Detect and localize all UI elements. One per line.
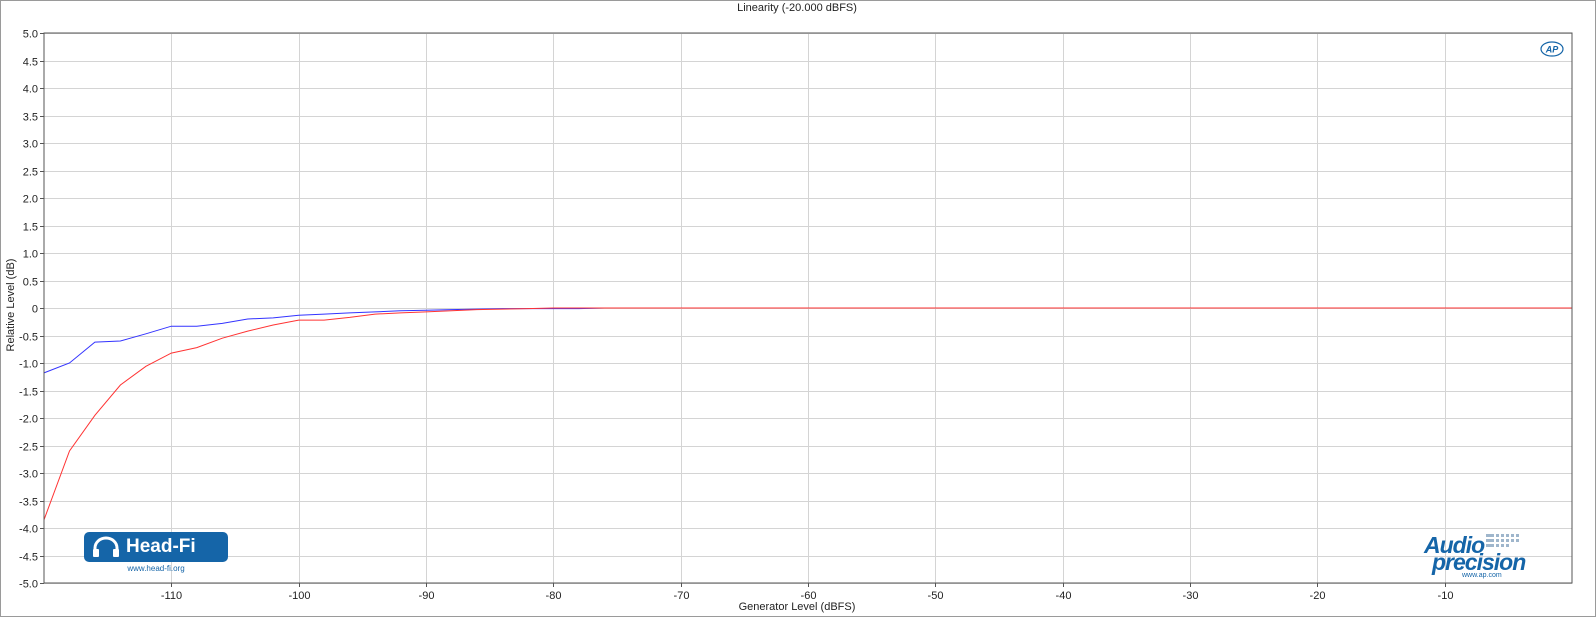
headfi-logo: Head-Fi www.head-fi.org xyxy=(84,532,228,574)
y-tick-label: -1.5 xyxy=(19,387,38,399)
y-tick-label: -4.0 xyxy=(19,524,38,536)
y-tick-label: 2.5 xyxy=(23,167,38,179)
x-tick-label: -90 xyxy=(419,590,435,602)
x-tick-label: -60 xyxy=(801,590,817,602)
x-tick-label: -70 xyxy=(674,590,690,602)
y-tick-label: 2.0 xyxy=(23,194,38,206)
y-tick-label: -0.5 xyxy=(19,332,38,344)
x-tick-label: -10 xyxy=(1438,590,1454,602)
y-tick-label: 1.5 xyxy=(23,222,38,234)
y-tick-label: -4.5 xyxy=(19,552,38,564)
y-tick-label: 4.5 xyxy=(23,57,38,69)
y-tick-label: -2.5 xyxy=(19,442,38,454)
x-tick-label: -100 xyxy=(288,590,310,602)
y-tick-label: -5.0 xyxy=(19,579,38,591)
y-tick-label: 3.0 xyxy=(23,139,38,151)
headphones-icon xyxy=(93,536,119,557)
y-tick-label: -3.0 xyxy=(19,469,38,481)
ap-badge-logo: AP xyxy=(1540,41,1564,57)
chart-svg: Linearity (-20.000 dBFS) Generator Level… xyxy=(5,2,1573,613)
tick-labels: 5.0 4.5 4.0 3.5 3.0 2.5 2.0 1.5 1.0 0.5 0 -0.5 -1.0 -… xyxy=(19,29,1453,603)
ap-badge-text: AP xyxy=(1545,45,1559,55)
headfi-text: Head-Fi xyxy=(126,536,196,557)
y-tick-label: 3.5 xyxy=(23,112,38,124)
chart-title: Linearity (-20.000 dBFS) xyxy=(737,2,857,14)
headfi-url: www.head-fi.org xyxy=(127,564,185,573)
y-tick-label: 0.5 xyxy=(23,277,38,289)
x-tick-label: -80 xyxy=(546,590,562,602)
x-tick-label: -30 xyxy=(1183,590,1199,602)
y-axis-label: Relative Level (dB) xyxy=(5,259,17,352)
x-tick-label: -20 xyxy=(1310,590,1326,602)
y-tick-label: 4.0 xyxy=(23,84,38,96)
grid xyxy=(40,33,1572,587)
y-tick-label: -3.5 xyxy=(19,497,38,509)
y-tick-label: 5.0 xyxy=(23,29,38,41)
ap-url: www.ap.com xyxy=(1462,572,1502,579)
y-tick-label: -2.0 xyxy=(19,414,38,426)
headfi-badge: Head-Fi xyxy=(84,532,228,562)
x-tick-label: -50 xyxy=(928,590,944,602)
y-tick-label: 0 xyxy=(32,304,38,316)
y-tick-label: 1.0 xyxy=(23,249,38,261)
y-tick-label: -1.0 xyxy=(19,359,38,371)
x-tick-label: -110 xyxy=(161,590,182,602)
x-axis-label: Generator Level (dBFS) xyxy=(739,601,856,613)
audio-precision-logo: Audio precision www.ap.com xyxy=(1414,532,1542,582)
x-tick-label: -40 xyxy=(1056,590,1072,602)
